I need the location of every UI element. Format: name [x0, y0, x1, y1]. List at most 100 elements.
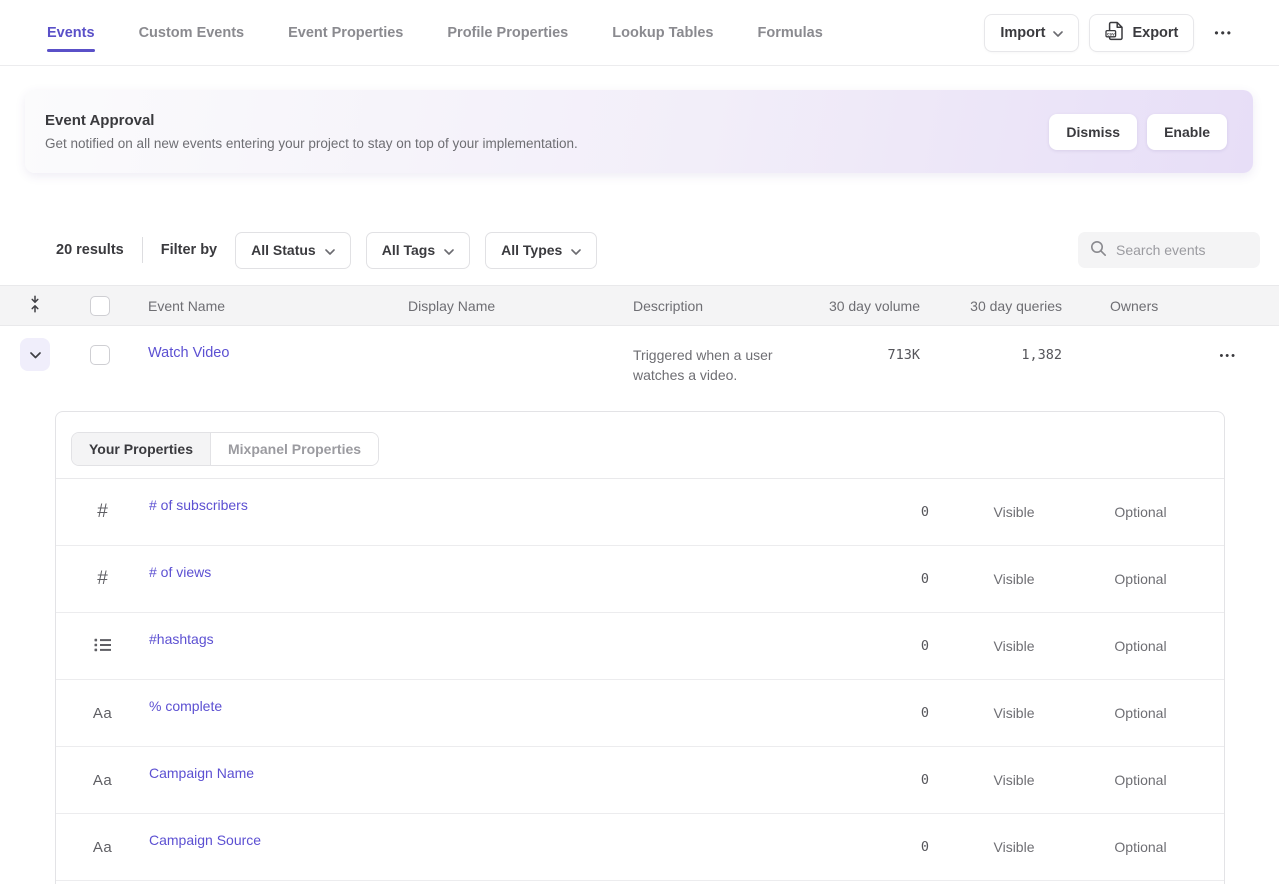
nav-tabs: Events Custom Events Event Properties Pr…: [47, 0, 823, 65]
svg-text:csv: csv: [1107, 31, 1115, 36]
property-count: 0: [829, 705, 929, 721]
column-volume: 30 day volume: [810, 298, 920, 314]
event-volume: 713K: [810, 338, 920, 363]
property-count: 0: [829, 504, 929, 520]
status-filter-value: All Status: [251, 242, 316, 258]
property-row: #hashtags 0 Visible Optional: [56, 613, 1224, 680]
event-name-link[interactable]: Watch Video: [130, 338, 390, 361]
event-properties-panel: Your Properties Mixpanel Properties # # …: [55, 411, 1225, 884]
tags-filter-dropdown[interactable]: All Tags: [366, 232, 470, 269]
ellipsis-icon: •••: [1214, 26, 1233, 40]
column-owners: Owners: [1062, 298, 1200, 314]
top-navigation: Events Custom Events Event Properties Pr…: [0, 0, 1279, 66]
property-visibility: Visible: [929, 839, 1099, 855]
active-tab-underline: [47, 49, 95, 52]
collapse-all-button[interactable]: [28, 295, 42, 316]
property-row: # # of views 0 Visible Optional: [56, 546, 1224, 613]
chevron-down-icon: [444, 242, 454, 258]
select-all-checkbox[interactable]: [90, 296, 110, 316]
banner-actions: Dismiss Enable: [1049, 114, 1227, 150]
property-requirement: Optional: [1099, 504, 1224, 520]
property-row: # # of subscribers 0 Visible Optional: [56, 479, 1224, 546]
property-visibility: Visible: [929, 571, 1099, 587]
table-row-watch-video: Watch Video Triggered when a user watche…: [0, 326, 1279, 401]
list-type-icon: [94, 638, 112, 655]
tab-formulas[interactable]: Formulas: [758, 0, 823, 65]
nav-actions: Import csv Export •••: [984, 14, 1239, 52]
property-requirement: Optional: [1099, 839, 1224, 855]
column-queries: 30 day queries: [920, 298, 1062, 314]
banner-title: Event Approval: [45, 112, 578, 129]
property-row: Aa % complete 0 Visible Optional: [56, 680, 1224, 747]
event-description: Triggered when a user watches a video.: [615, 338, 810, 385]
tab-your-properties[interactable]: Your Properties: [72, 433, 211, 465]
event-queries: 1,382: [920, 338, 1062, 363]
export-button-label: Export: [1132, 25, 1178, 41]
enable-button[interactable]: Enable: [1147, 114, 1227, 150]
more-options-button[interactable]: •••: [1208, 26, 1239, 40]
chevron-down-icon: [571, 242, 581, 258]
tab-events[interactable]: Events: [47, 0, 95, 65]
row-more-options-button[interactable]: •••: [1200, 338, 1279, 362]
property-count: 0: [829, 571, 929, 587]
tab-lookup-tables-label: Lookup Tables: [612, 25, 713, 41]
property-requirement: Optional: [1099, 571, 1224, 587]
tab-mixpanel-properties[interactable]: Mixpanel Properties: [211, 433, 378, 465]
tab-custom-events[interactable]: Custom Events: [139, 0, 245, 65]
property-visibility: Visible: [929, 504, 1099, 520]
property-name-link[interactable]: # of views: [149, 564, 829, 580]
property-requirement: Optional: [1099, 772, 1224, 788]
tab-lookup-tables[interactable]: Lookup Tables: [612, 0, 713, 65]
tab-event-properties-label: Event Properties: [288, 25, 403, 41]
dismiss-button[interactable]: Dismiss: [1049, 114, 1137, 150]
column-description: Description: [615, 298, 810, 314]
tab-formulas-label: Formulas: [758, 25, 823, 41]
results-count: 20 results: [56, 242, 124, 258]
types-filter-value: All Types: [501, 242, 562, 258]
text-type-icon: Aa: [93, 839, 112, 856]
banner-text: Event Approval Get notified on all new e…: [45, 112, 578, 151]
property-name-link[interactable]: # of subscribers: [149, 497, 829, 513]
csv-file-icon: csv: [1105, 21, 1124, 45]
export-button[interactable]: csv Export: [1089, 14, 1194, 52]
search-input[interactable]: [1116, 242, 1248, 258]
column-display-name: Display Name: [390, 298, 615, 314]
tab-profile-properties[interactable]: Profile Properties: [447, 0, 568, 65]
text-type-icon: Aa: [93, 705, 112, 722]
import-button[interactable]: Import: [984, 14, 1079, 52]
types-filter-dropdown[interactable]: All Types: [485, 232, 597, 269]
status-filter-dropdown[interactable]: All Status: [235, 232, 351, 269]
banner-description: Get notified on all new events entering …: [45, 136, 578, 151]
number-type-icon: #: [97, 568, 108, 590]
property-visibility: Visible: [929, 638, 1099, 654]
column-event-name: Event Name: [130, 298, 390, 314]
events-table-header: Event Name Display Name Description 30 d…: [0, 285, 1279, 326]
property-visibility: Visible: [929, 705, 1099, 721]
divider: [142, 237, 143, 263]
chevron-down-icon: [1053, 25, 1063, 41]
property-name-link[interactable]: #hashtags: [149, 631, 829, 647]
property-name-link[interactable]: % complete: [149, 698, 829, 714]
tags-filter-value: All Tags: [382, 242, 435, 258]
property-visibility: Visible: [929, 772, 1099, 788]
properties-tab-control: Your Properties Mixpanel Properties: [71, 432, 379, 466]
property-count: 0: [829, 638, 929, 654]
collapse-row-button[interactable]: [20, 338, 50, 371]
tab-event-properties[interactable]: Event Properties: [288, 0, 403, 65]
chevron-down-icon: [30, 347, 41, 362]
property-count: 0: [829, 772, 929, 788]
ellipsis-icon: •••: [1219, 350, 1237, 362]
filter-by-label: Filter by: [161, 242, 217, 258]
property-count: 0: [829, 839, 929, 855]
search-icon: [1090, 240, 1107, 260]
collapse-rows-icon: [28, 295, 42, 316]
search-box: [1078, 232, 1260, 268]
property-name-link[interactable]: Campaign Source: [149, 832, 829, 848]
property-name-link[interactable]: Campaign Name: [149, 765, 829, 781]
import-button-label: Import: [1000, 25, 1045, 41]
property-requirement: Optional: [1099, 705, 1224, 721]
tab-events-label: Events: [47, 25, 95, 41]
tab-profile-properties-label: Profile Properties: [447, 25, 568, 41]
chevron-down-icon: [325, 242, 335, 258]
row-checkbox[interactable]: [90, 345, 110, 365]
